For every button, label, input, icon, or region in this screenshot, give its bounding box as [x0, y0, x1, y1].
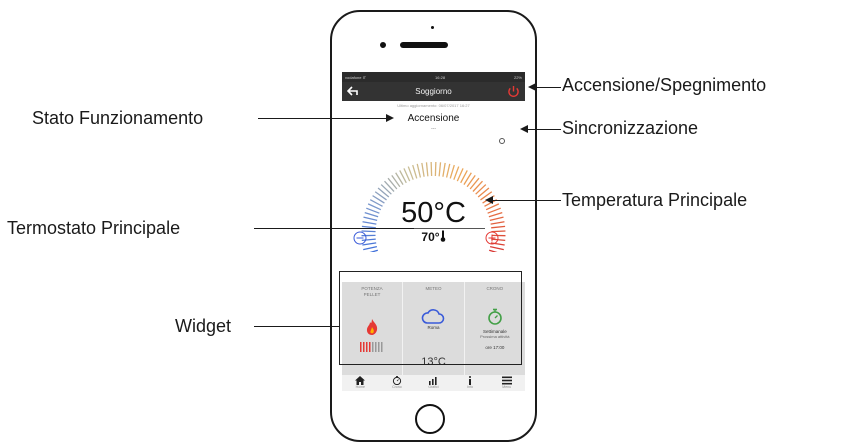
nav-info[interactable]: Info	[460, 376, 480, 389]
home-icon	[355, 376, 365, 385]
title-bar: Soggiorno	[342, 82, 525, 101]
gauge-tick	[489, 250, 502, 252]
gauge-tick	[450, 165, 454, 178]
back-arrow-icon	[347, 86, 359, 98]
nav-charts[interactable]: Grafici	[423, 376, 443, 389]
gauge-tick	[422, 163, 424, 177]
gauge-tick	[447, 164, 450, 178]
main-temperature: 50°C	[342, 197, 525, 230]
nav-menu-label: Menu	[502, 385, 511, 389]
label-widget: Widget	[175, 316, 231, 337]
gauge-tick	[413, 165, 417, 178]
thermometer-icon	[440, 230, 446, 242]
power-leader-line	[535, 87, 561, 88]
home-button[interactable]	[415, 404, 445, 434]
plus-circle-icon	[485, 231, 499, 245]
gauge-tick	[364, 250, 377, 252]
label-thermostat: Termostato Principale	[7, 218, 180, 239]
status-carrier: vodafone IT	[345, 75, 366, 80]
nav-info-label: Info	[467, 385, 473, 389]
operating-substate: ---	[342, 126, 525, 132]
label-power: Accensione/Spegnimento	[562, 75, 766, 96]
camera-dot	[380, 42, 386, 48]
nav-home-label: Home	[356, 385, 365, 389]
status-bar: vodafone IT 16:28 22%	[342, 72, 525, 82]
status-time: 16:28	[435, 75, 445, 80]
label-main-temperature: Temperatura Principale	[562, 190, 747, 211]
nav-crono-label: Crono	[392, 385, 402, 389]
label-sync: Sincronizzazione	[562, 118, 698, 139]
bottom-nav: Home Crono Grafici Info Menu	[342, 375, 525, 391]
state-leader-line	[258, 118, 386, 119]
info-icon	[465, 376, 475, 385]
room-title: Soggiorno	[415, 87, 451, 96]
gauge-tick	[490, 247, 504, 250]
widget-leader-line	[254, 326, 339, 327]
sync-leader-line	[527, 129, 561, 130]
nav-menu[interactable]: Menu	[497, 376, 517, 389]
gauge-tick	[408, 167, 413, 180]
chart-icon	[428, 376, 438, 385]
state-arrowhead	[386, 114, 394, 122]
phone-frame: vodafone IT 16:28 22% Soggiorno Ultimo a…	[330, 10, 537, 442]
widget-highlight-box	[339, 271, 522, 365]
power-icon	[506, 84, 521, 99]
nav-crono[interactable]: Crono	[387, 376, 407, 389]
gauge-tick	[426, 162, 427, 176]
gauge-tick	[363, 247, 377, 250]
label-state: Stato Funzionamento	[32, 108, 203, 129]
main-temp-leader-line	[492, 200, 561, 201]
front-camera	[431, 26, 434, 29]
increase-button[interactable]	[485, 231, 499, 245]
gauge-tick	[443, 163, 445, 177]
gauge-tick	[417, 164, 420, 178]
power-button[interactable]	[506, 84, 521, 99]
status-battery: 22%	[514, 75, 522, 80]
setpoint-value: 70°	[421, 230, 439, 244]
nav-charts-label: Grafici	[428, 385, 438, 389]
thermostat-leader-line	[254, 228, 414, 229]
last-sync-text: Ultimo aggiornamento: 06/07/2017 16:27	[342, 103, 525, 108]
gauge-tick	[439, 162, 440, 176]
gauge-tick	[454, 167, 459, 180]
menu-icon	[502, 376, 512, 385]
nav-home[interactable]: Home	[350, 376, 370, 389]
earpiece-speaker	[400, 42, 448, 48]
back-button[interactable]	[345, 83, 361, 100]
timer-icon	[392, 376, 402, 385]
